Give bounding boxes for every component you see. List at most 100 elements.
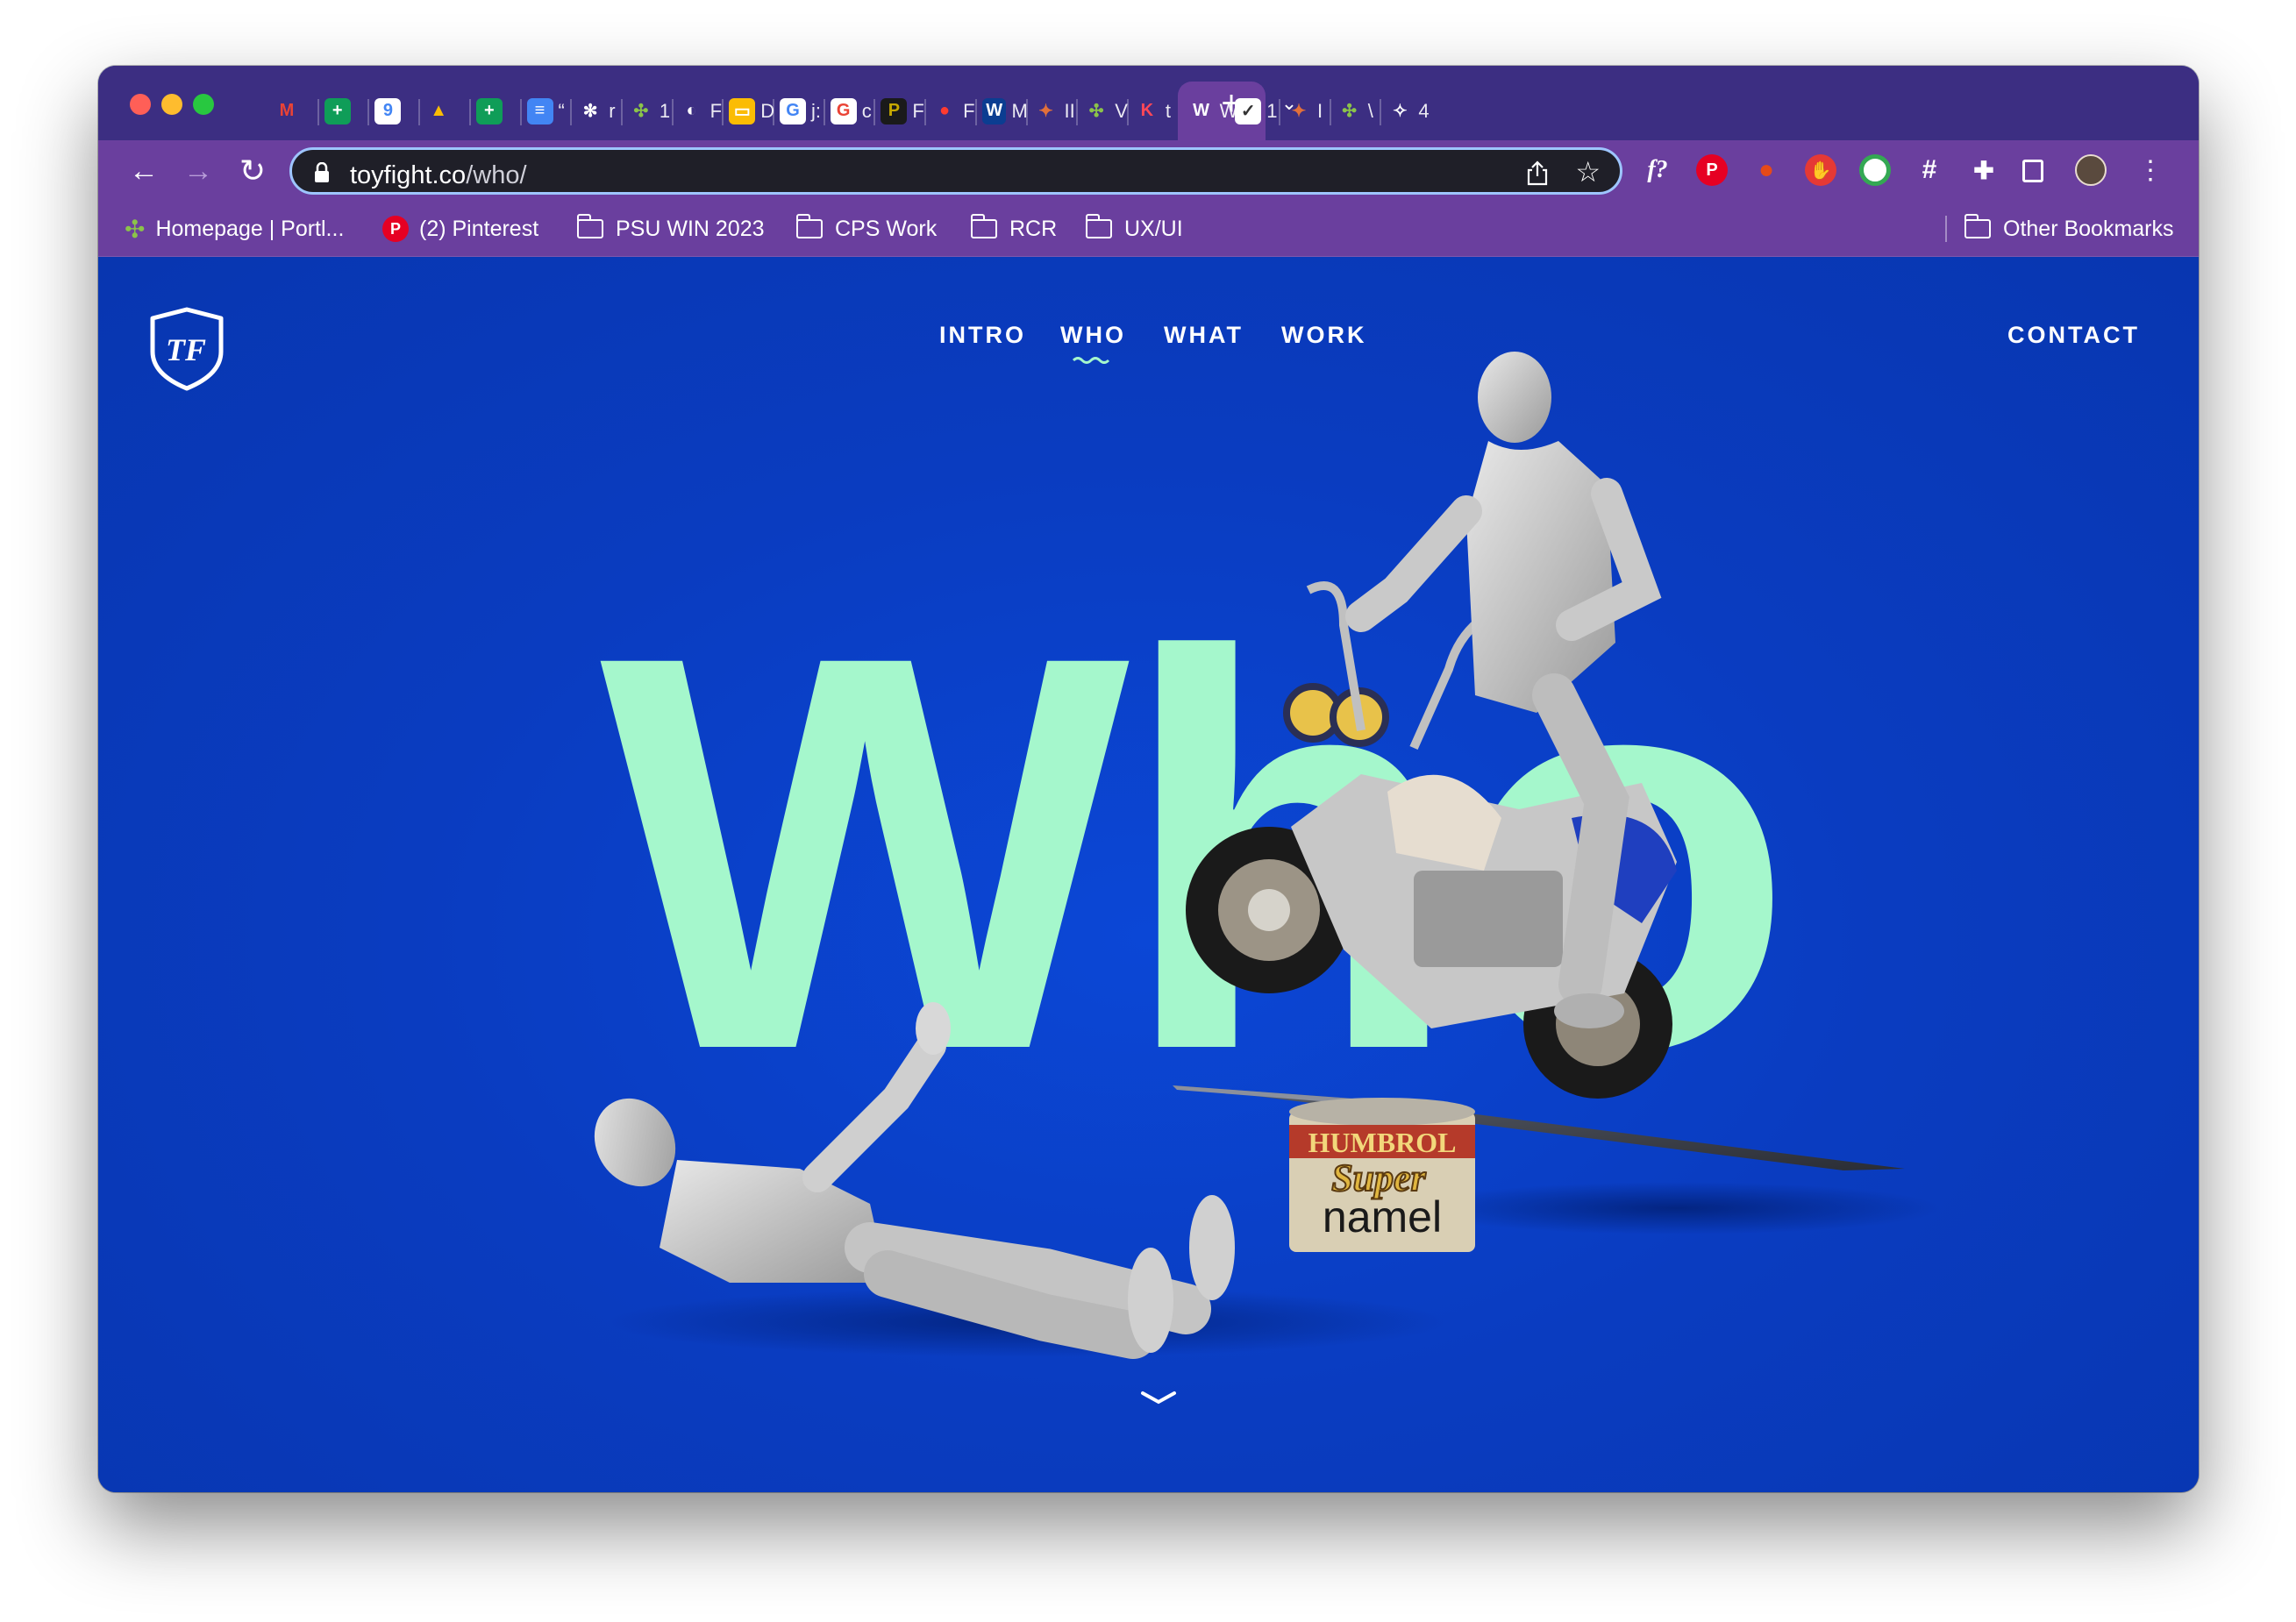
browser-tab[interactable]: ✣ V (1083, 82, 1129, 140)
tab-title: r (609, 99, 616, 122)
browser-tab[interactable]: WM (981, 82, 1028, 140)
browser-tab[interactable]: ▭ D (729, 82, 774, 140)
folder-icon (970, 214, 997, 238)
browser-tab[interactable]: ● F (931, 82, 977, 140)
folder-icon (1085, 214, 1112, 238)
bookmark-folder-psu-win-2023[interactable]: PSU WIN 2023 (576, 202, 765, 256)
minimize-window-button[interactable] (161, 94, 182, 115)
tab-title: II (1064, 99, 1075, 122)
browser-tab[interactable]: ✦ II (1033, 82, 1079, 140)
pinterest-icon: P (382, 216, 409, 242)
stop-hand-extension-icon[interactable]: ✋ (1805, 154, 1836, 186)
browser-tab[interactable]: ✣ 1 (628, 82, 674, 140)
bookmark-folder-ux-ui[interactable]: UX/UI (1085, 202, 1183, 256)
scroll-down-chevron-icon[interactable] (1140, 1390, 1177, 1405)
tab-separator (1380, 99, 1382, 125)
browser-tab[interactable]: + (475, 82, 522, 140)
lock-icon (315, 162, 329, 182)
tab-favicon-icon: ✣ (1342, 102, 1358, 121)
ramp-edge (1173, 1085, 1352, 1103)
tab-separator (418, 99, 421, 125)
tab-title: \ (1367, 99, 1373, 122)
webpage: TF INTRO WHO WHAT WORK CONTACT Who HUMBR… (98, 257, 2199, 1492)
tab-separator (519, 99, 522, 125)
tab-separator (317, 99, 319, 125)
tab-title: t (1165, 99, 1172, 122)
tab-favicon-icon: ✦ (1038, 102, 1053, 121)
folder-icon (795, 214, 823, 238)
tab-favicon-icon: 9 (374, 97, 402, 124)
other-bookmarks-folder[interactable]: Other Bookmarks (1964, 202, 2174, 256)
tab-separator (722, 99, 724, 125)
tab-favicon-icon: ✻ (582, 102, 598, 121)
tab-favicon-icon: G (830, 97, 857, 124)
tab-search-chevron-icon[interactable]: ⌄ (1268, 73, 1310, 134)
bookmark-folder-cps-work[interactable]: CPS Work (795, 202, 937, 256)
side-panel-icon[interactable] (2022, 160, 2043, 182)
reload-button[interactable]: ↻ (232, 140, 274, 202)
forward-button[interactable]: → (177, 140, 219, 202)
browser-window: M+9▲+≡“✻r✣1◐F▭DGj:GcPF●FWM✦II✣VKtWW✕✓1✦I… (98, 66, 2199, 1492)
zoom-window-button[interactable] (193, 94, 214, 115)
browser-tab[interactable]: PF (881, 82, 926, 140)
address-bar[interactable]: toyfight.co/who/ ☆ (289, 147, 1622, 195)
hero-toy-figures-illustration: HUMBROL Super namel (594, 352, 1940, 1359)
new-tab-button[interactable]: + (1210, 73, 1252, 134)
ramp-shadow (1414, 1182, 1940, 1234)
tab-separator (1126, 99, 1129, 125)
url-text: toyfight.co/who/ (350, 161, 527, 189)
tab-favicon-icon: M (279, 101, 295, 120)
tab-separator (974, 99, 977, 125)
bookmarks-bar: ✣ Homepage | Portl... P (2) Pinterest PS… (98, 202, 2199, 257)
tab-strip: M+9▲+≡“✻r✣1◐F▭DGj:GcPF●FWM✦II✣VKtWW✕✓1✦I… (98, 66, 2199, 140)
kebab-menu-icon[interactable]: ⋮ (2129, 140, 2171, 202)
tab-separator (924, 99, 927, 125)
tab-favicon-icon: ✧ (1393, 102, 1408, 121)
tab-favicon-icon: ▲ (430, 101, 447, 120)
tab-separator (823, 99, 825, 125)
tab-separator (570, 99, 573, 125)
tab-favicon-icon: ✣ (633, 102, 649, 121)
paint-can: HUMBROL Super namel (1289, 1098, 1475, 1252)
pinterest-extension-icon[interactable]: P (1696, 154, 1728, 186)
browser-tab[interactable]: ✻ r (577, 82, 623, 140)
map-pin-extension-icon[interactable]: ● (1751, 154, 1782, 186)
puzzle-icon[interactable]: ✚ (1968, 154, 2000, 186)
browser-tab[interactable]: ✣ \ (1337, 82, 1382, 140)
browser-tab[interactable]: Gc (830, 82, 876, 140)
bookmark-star-icon[interactable]: ☆ (1575, 155, 1601, 189)
tab-favicon-icon: G (780, 97, 806, 124)
browser-tab[interactable]: + (324, 82, 370, 140)
chrome-extension-icon[interactable] (1859, 154, 1891, 186)
profile-avatar[interactable] (2075, 154, 2107, 186)
fallen-figure (594, 1002, 1235, 1359)
browser-tab[interactable]: M (274, 82, 319, 140)
share-icon[interactable] (1525, 160, 1550, 187)
tab-title: F (963, 99, 975, 122)
browser-tab[interactable]: 9 (374, 82, 420, 140)
browser-toolbar: ← → ↻ toyfight.co/who/ ☆ f? P ● ✋ # ✚ ⋮ (98, 140, 2199, 202)
browser-tab[interactable]: ✧ 4 (1387, 82, 1432, 140)
bookmark-folder-rcr[interactable]: RCR (970, 202, 1057, 256)
tab-favicon-icon: K (1140, 101, 1154, 120)
tab-title: F (912, 99, 924, 122)
tab-separator (773, 99, 774, 125)
bookmark-pinterest[interactable]: P (2) Pinterest (382, 202, 538, 256)
tab-favicon-icon: ✣ (1088, 102, 1104, 121)
close-window-button[interactable] (130, 94, 151, 115)
folder-icon (576, 214, 603, 238)
browser-tab[interactable]: ▲ (425, 82, 471, 140)
browser-tab[interactable]: ≡ “ (526, 82, 573, 140)
tab-favicon-icon: ● (939, 101, 951, 120)
browser-tab[interactable]: Kt (1134, 82, 1180, 140)
tab-favicon-icon: + (475, 97, 503, 124)
tab-favicon-icon: W (981, 97, 1007, 124)
extension-font-icon[interactable]: f? (1642, 154, 1673, 186)
bookmark-homepage[interactable]: ✣ Homepage | Portl... (125, 202, 344, 256)
browser-tab[interactable]: ◐ F (679, 82, 724, 140)
tab-separator (1076, 99, 1079, 125)
browser-tab[interactable]: Gj: (780, 82, 825, 140)
grid-extension-icon[interactable]: # (1914, 154, 1945, 186)
back-button[interactable]: ← (123, 140, 165, 202)
tab-separator (873, 99, 876, 125)
